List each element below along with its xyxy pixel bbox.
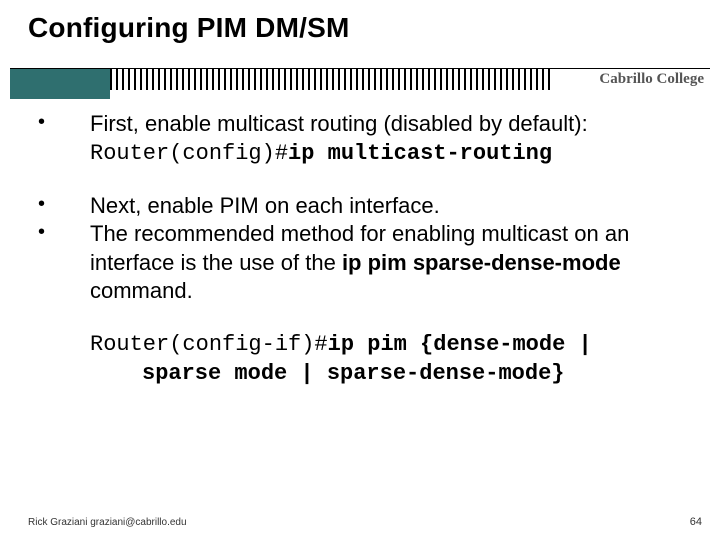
bullet-dot-icon: •	[38, 110, 90, 138]
b3-bold: ip pim sparse-dense-mode	[342, 250, 621, 275]
bullet-row-2: • • Next, enable PIM on each interface. …	[38, 192, 680, 305]
band-stripes	[110, 69, 554, 90]
b1-text: First, enable multicast routing (disable…	[90, 111, 588, 136]
brand-text: Cabrillo College	[599, 71, 704, 88]
b1-code-cmd-bold: ip multicast-routing	[288, 141, 552, 166]
command-block: Router(config-if)#ip pim {dense-mode | s…	[90, 331, 680, 388]
bullet-col: • •	[38, 192, 90, 305]
cmd-bold-1: ip pim {dense-mode |	[328, 332, 592, 357]
b1-code-cmd: ip multicast-routing	[288, 141, 552, 166]
b2-text: Next, enable PIM on each interface.	[90, 193, 440, 218]
content-area: • First, enable multicast routing (disab…	[38, 110, 680, 388]
bullet-dot-icon: •	[38, 192, 90, 220]
header-band: Cabrillo College	[10, 68, 710, 99]
bullet-row-1: • First, enable multicast routing (disab…	[38, 110, 680, 168]
cmd-line-1: Router(config-if)#ip pim {dense-mode |	[90, 331, 680, 360]
brand-wrap: Cabrillo College	[554, 69, 710, 99]
b3-post: command.	[90, 278, 193, 303]
slide-title: Configuring PIM DM/SM	[28, 12, 349, 44]
cmd-bold-2: sparse mode | sparse-dense-mode}	[142, 361, 564, 386]
cmd-line-2: sparse mode | sparse-dense-mode}	[90, 360, 680, 389]
footer-author: Rick Graziani graziani@cabrillo.edu	[28, 517, 187, 528]
bullet-text-2: Next, enable PIM on each interface. The …	[90, 192, 680, 305]
bullet-dot-icon: •	[38, 220, 90, 248]
bullet-text-1: First, enable multicast routing (disable…	[90, 110, 680, 168]
band-solid	[10, 69, 110, 99]
cmd-prompt: Router(config-if)#	[90, 332, 328, 357]
footer-page-number: 64	[690, 516, 702, 528]
slide: Configuring PIM DM/SM Cabrillo College •…	[0, 0, 720, 540]
bullet-col: •	[38, 110, 90, 168]
b1-code-prompt: Router(config)#	[90, 141, 288, 166]
